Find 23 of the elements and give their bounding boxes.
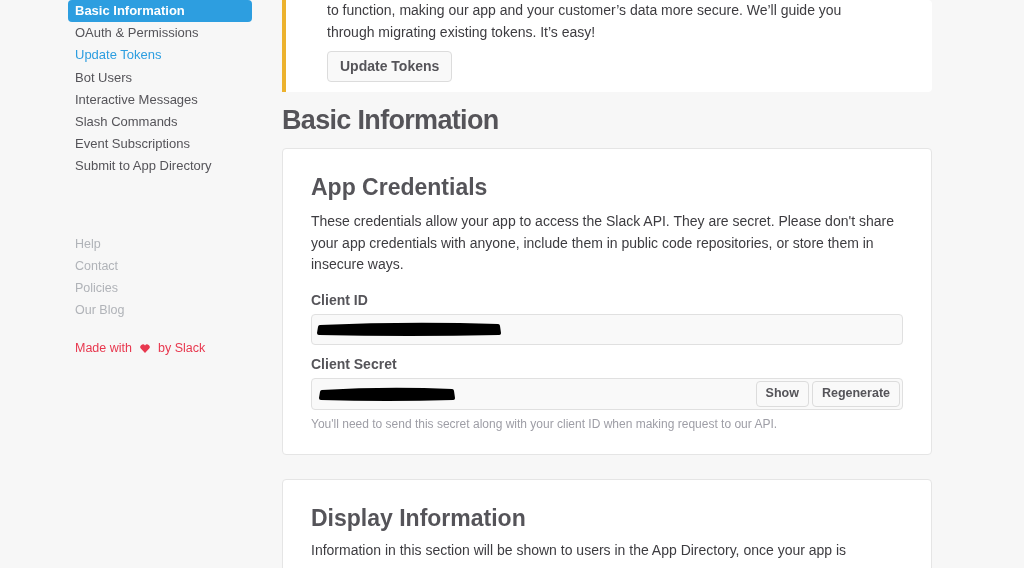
sidebar-item[interactable]: Slash Commands <box>68 110 252 134</box>
sidebar-item[interactable]: Event Subscriptions <box>68 133 252 156</box>
update-tokens-button[interactable]: Update Tokens <box>327 51 453 82</box>
client-secret-field[interactable]: Show Regenerate <box>311 377 903 410</box>
section-description: Information in this section will be shown to users in the App Directory, once your app is <box>311 540 848 560</box>
section-description: These credentials allow your app to access the Slack API. They are secret. Please don't share your app credentials with anyone, include them in public code repositories, or store them in insecure ways. <box>311 212 895 274</box>
sidebar-item[interactable]: OAuth & Permissions <box>68 22 252 45</box>
section-title: Display Information <box>311 503 527 533</box>
secret-action-button[interactable]: Regenerate <box>811 380 900 407</box>
client-id-field[interactable] <box>311 313 903 345</box>
sidebar-item[interactable]: Interactive Messages <box>68 88 252 111</box>
banner-text: to function, making our app and your customer’s data more secure. We’ll guide you through migrating existing tokens. It’s easy! <box>327 1 843 42</box>
heart-icon <box>140 344 150 353</box>
section-title: App Credentials <box>311 173 489 202</box>
sidebar-item[interactable]: Bot Users <box>68 66 252 89</box>
field-label: Client ID <box>311 290 369 310</box>
secret-action-button[interactable]: Show <box>755 380 809 407</box>
credit-link[interactable]: by Slack <box>158 339 206 358</box>
sidebar-item[interactable]: Submit to App Directory <box>68 155 252 178</box>
credit-text: Made with <box>75 340 132 358</box>
field-help-text: You'll need to send this secret along with your client ID when making request to our API. <box>311 415 779 432</box>
field-label: Client Secret <box>311 354 398 374</box>
page-title: Basic Information <box>282 104 500 137</box>
